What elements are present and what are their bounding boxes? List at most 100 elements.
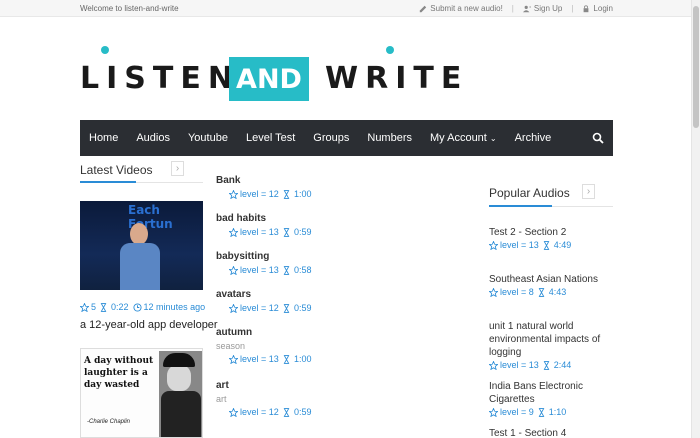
- word-subtitle: art: [216, 394, 227, 404]
- word-entry[interactable]: autumn season level = 13 1:00: [216, 327, 312, 364]
- popular-audio-duration: 1:10: [538, 407, 567, 417]
- hourglass-icon: [538, 407, 544, 417]
- word-duration: 1:00: [283, 189, 312, 199]
- logo-dot-icon: [386, 46, 394, 54]
- popular-audio-level: level = 8: [500, 287, 534, 297]
- word-duration: 0:59: [283, 227, 312, 237]
- word-entry[interactable]: avatars level = 12 0:59: [216, 289, 312, 313]
- chevron-down-icon: ⌄: [489, 133, 497, 143]
- nav-home[interactable]: Home: [80, 120, 127, 156]
- popular-audio-title[interactable]: unit 1 natural world environmental impac…: [489, 320, 614, 359]
- word-entry[interactable]: bad habits level = 13 0:59: [216, 213, 312, 237]
- main-nav: Home Audios Youtube Level Test Groups Nu…: [80, 120, 613, 156]
- submit-audio-link[interactable]: Submit a new audio!: [419, 4, 503, 13]
- popular-audio-level: level = 13: [500, 240, 539, 250]
- word-meta: level = 12 0:59: [216, 303, 312, 313]
- video-caption[interactable]: a 12-year-old app developer: [80, 319, 218, 331]
- hourglass-icon: [538, 287, 544, 297]
- star-icon: [489, 360, 498, 370]
- star-icon: [229, 227, 238, 237]
- word-duration-text: 0:58: [294, 265, 312, 275]
- thumbnail-quote-author: -Charlie Chaplin: [87, 419, 131, 425]
- word-level-text: level = 13: [240, 354, 279, 364]
- thumbnail-quote: A day without laughter is a day wasted: [84, 356, 154, 390]
- word-duration-text: 1:00: [294, 189, 312, 199]
- nav-archive[interactable]: Archive: [506, 120, 561, 156]
- logo-dot-icon: [101, 46, 109, 54]
- latest-videos-divider: [80, 181, 203, 183]
- popular-audios-next-button[interactable]: ›: [582, 184, 595, 199]
- hourglass-icon: [283, 303, 290, 313]
- word-level-text: level = 12: [240, 189, 279, 199]
- popular-audio-title[interactable]: Southeast Asian Nations: [489, 273, 614, 286]
- nav-level-test[interactable]: Level Test: [237, 120, 304, 156]
- hourglass-icon: [100, 302, 107, 312]
- word-title[interactable]: avatars: [216, 289, 312, 300]
- popular-audio-duration-text: 4:49: [553, 240, 572, 250]
- word-entry[interactable]: art art level = 12 0:59: [216, 380, 312, 417]
- star-icon: [489, 287, 498, 297]
- star-icon: [229, 265, 238, 275]
- latest-videos-next-button[interactable]: ›: [171, 161, 184, 176]
- word-level: level = 13: [229, 227, 281, 237]
- nav-audios[interactable]: Audios: [127, 120, 179, 156]
- sign-up-link[interactable]: Sign Up: [522, 4, 563, 13]
- chaplin-face: [167, 365, 191, 391]
- word-title[interactable]: art: [216, 380, 312, 391]
- chaplin-coat: [161, 391, 201, 437]
- video-rating: 5: [91, 302, 97, 312]
- scrollbar-thumb[interactable]: [693, 6, 699, 128]
- popular-audio-item[interactable]: Test 2 - Section 2 level = 13 4:49: [489, 226, 614, 250]
- popular-audio-meta: level = 13 2:44: [489, 360, 614, 370]
- edit-icon: [420, 5, 427, 12]
- popular-audio-item[interactable]: unit 1 natural world environmental impac…: [489, 320, 614, 370]
- word-duration-text: 0:59: [294, 303, 312, 313]
- login-link[interactable]: Login: [582, 4, 613, 13]
- popular-audio-meta: level = 8 4:43: [489, 287, 614, 297]
- popular-audio-duration: 4:43: [538, 287, 566, 297]
- nav-groups[interactable]: Groups: [304, 120, 358, 156]
- page-scrollbar[interactable]: [691, 0, 700, 438]
- word-level-text: level = 12: [240, 407, 279, 417]
- popular-audios-title: Popular Audios: [489, 186, 570, 200]
- sign-up-label: Sign Up: [533, 4, 563, 13]
- submit-audio-label: Submit a new audio!: [430, 4, 503, 13]
- star-icon: [80, 302, 89, 312]
- hourglass-icon: [283, 407, 290, 417]
- word-title[interactable]: autumn: [216, 327, 312, 338]
- word-title[interactable]: babysitting: [216, 251, 312, 262]
- popular-audio-item[interactable]: Southeast Asian Nations level = 8 4:43: [489, 273, 614, 297]
- popular-audio-duration: 2:44: [543, 360, 571, 370]
- popular-audio-item[interactable]: India Bans Electronic Cigarettes level = …: [489, 380, 614, 417]
- site-logo[interactable]: LISTEN AND WRITE: [80, 46, 461, 106]
- welcome-text: Welcome to listen-and-write: [80, 4, 179, 13]
- popular-audio-duration-text: 1:10: [548, 407, 567, 417]
- video-thumbnail[interactable]: Each Fortun: [80, 201, 203, 290]
- search-icon[interactable]: [592, 132, 604, 144]
- logo-word-listen: LISTEN: [80, 61, 240, 96]
- popular-audio-item[interactable]: Test 1 - Section 4: [489, 427, 614, 438]
- nav-youtube[interactable]: Youtube: [179, 120, 237, 156]
- popular-audio-title[interactable]: India Bans Electronic Cigarettes: [489, 380, 614, 406]
- popular-audio-title[interactable]: Test 1 - Section 4: [489, 427, 614, 438]
- word-title[interactable]: Bank: [216, 175, 312, 186]
- nav-my-account[interactable]: My Account ⌄: [421, 120, 506, 156]
- speaker-body: [120, 243, 160, 290]
- nav-numbers[interactable]: Numbers: [358, 120, 421, 156]
- word-subtitle: season: [216, 341, 246, 351]
- star-icon: [229, 354, 238, 364]
- logo-word-and: AND: [229, 57, 309, 101]
- word-level-text: level = 13: [240, 265, 279, 275]
- word-level: level = 13: [229, 265, 281, 275]
- top-links: Submit a new audio! | Sign Up | Login: [419, 4, 613, 13]
- word-entry[interactable]: babysitting level = 13 0:58: [216, 251, 312, 275]
- word-entry[interactable]: Bank level = 12 1:00: [216, 175, 312, 199]
- video-duration: 0:22: [111, 302, 129, 312]
- video-thumbnail[interactable]: A day without laughter is a day wasted -…: [80, 348, 203, 438]
- popular-audio-title[interactable]: Test 2 - Section 2: [489, 226, 614, 239]
- star-icon: [229, 189, 238, 199]
- word-meta: level = 13 0:58: [216, 265, 312, 275]
- word-title[interactable]: bad habits: [216, 213, 312, 224]
- word-meta: level = 13 0:59: [216, 227, 312, 237]
- star-icon: [229, 407, 238, 417]
